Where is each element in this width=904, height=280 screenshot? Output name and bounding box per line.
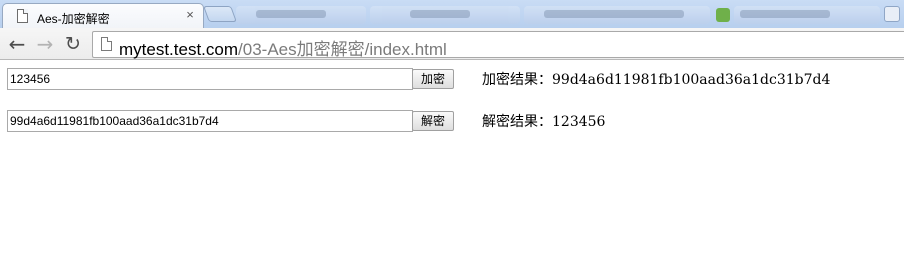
document-icon bbox=[17, 9, 28, 23]
background-tab[interactable] bbox=[734, 6, 880, 24]
blurred-tab-label bbox=[410, 10, 470, 18]
encrypt-result-label: 加密结果： bbox=[482, 72, 552, 88]
url-host: mytest.test.com bbox=[119, 40, 239, 59]
url-path: /03-Aes加密解密/index.html bbox=[238, 40, 447, 59]
encrypt-result: 加密结果：99d4a6d11981fb100aad36a1dc31b7d4 bbox=[482, 69, 830, 89]
blurred-tab-label bbox=[544, 10, 684, 18]
url-text: mytest.test.com/03-Aes加密解密/index.html bbox=[119, 35, 447, 60]
decrypt-button[interactable]: 解密 bbox=[412, 111, 454, 131]
background-tab[interactable] bbox=[370, 6, 520, 24]
back-arrow-icon[interactable]: ← bbox=[6, 33, 28, 55]
blurred-tab-label bbox=[256, 10, 326, 18]
close-icon[interactable]: × bbox=[183, 8, 197, 22]
decrypt-result-value: 123456 bbox=[552, 114, 606, 130]
address-bar[interactable]: mytest.test.com/03-Aes加密解密/index.html bbox=[92, 31, 904, 60]
browser-toolbar: ← → ↻ mytest.test.com/03-Aes加密解密/index.h… bbox=[0, 28, 904, 60]
plaintext-input[interactable] bbox=[7, 68, 413, 90]
tab-title: Aes-加密解密 bbox=[37, 12, 110, 26]
encrypt-button[interactable]: 加密 bbox=[412, 69, 454, 89]
background-tab[interactable] bbox=[524, 6, 710, 24]
ciphertext-input[interactable] bbox=[7, 110, 413, 132]
window-control-icon[interactable] bbox=[884, 6, 900, 22]
decrypt-result-label: 解密结果： bbox=[482, 114, 552, 130]
new-tab-button[interactable] bbox=[203, 6, 237, 22]
blurred-tab-label bbox=[740, 10, 830, 18]
page-icon bbox=[101, 37, 112, 51]
encrypt-result-value: 99d4a6d11981fb100aad36a1dc31b7d4 bbox=[552, 72, 831, 88]
reload-icon[interactable]: ↻ bbox=[62, 33, 84, 55]
decrypt-result: 解密结果：123456 bbox=[482, 111, 605, 131]
background-tab[interactable] bbox=[236, 6, 366, 24]
forward-arrow-icon[interactable]: → bbox=[34, 33, 56, 55]
tab-strip: Aes-加密解密 × bbox=[0, 0, 904, 28]
tab-active[interactable]: Aes-加密解密 × bbox=[2, 3, 204, 28]
favicon-icon bbox=[716, 8, 730, 22]
